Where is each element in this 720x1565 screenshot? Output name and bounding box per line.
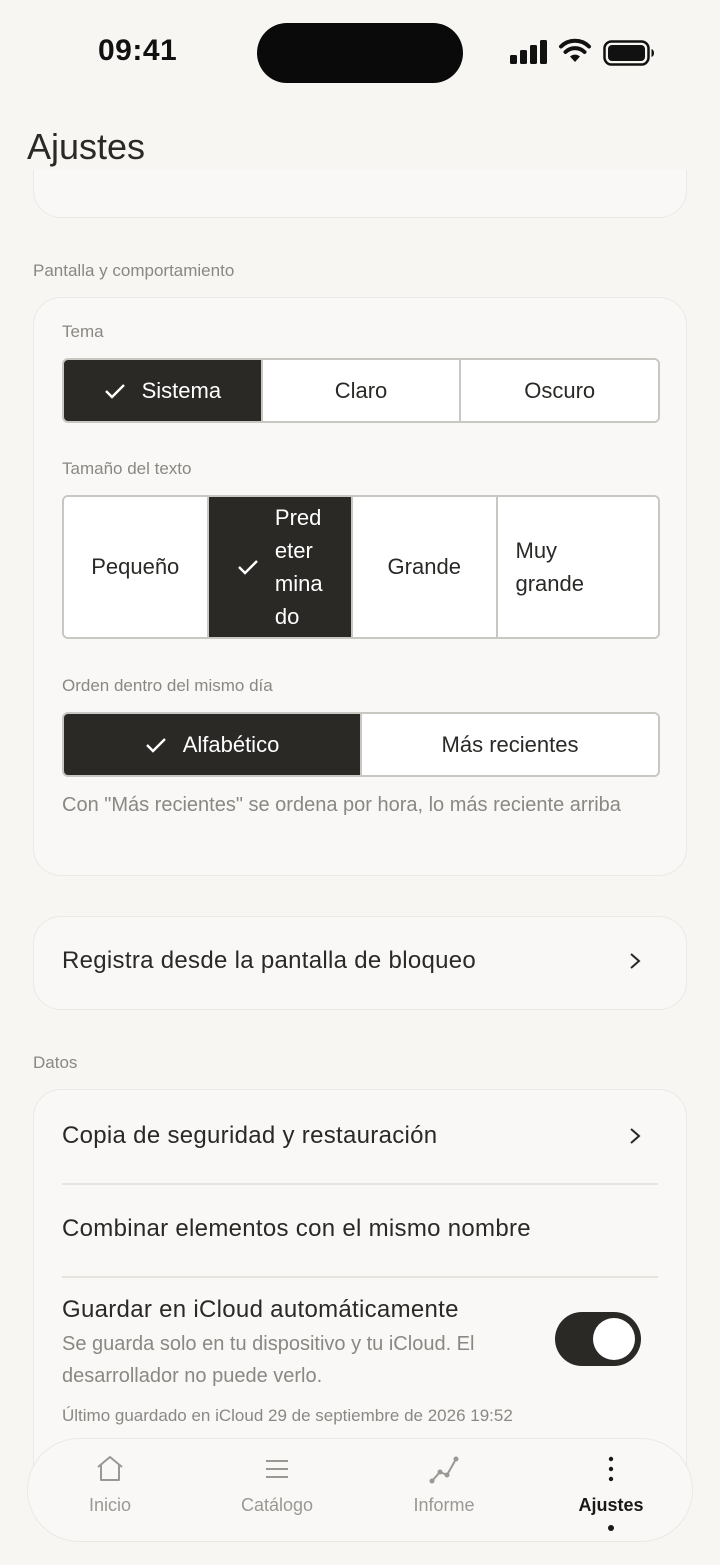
toggle-knob: [593, 1318, 635, 1360]
data-settings-card: Copia de seguridad y restauración Combin…: [33, 1089, 687, 1489]
active-tab-indicator: [608, 1525, 614, 1531]
divider: [62, 1276, 658, 1278]
lock-screen-row[interactable]: Registra desde la pantalla de bloqueo: [62, 947, 658, 975]
lock-screen-card[interactable]: Registra desde la pantalla de bloqueo: [33, 916, 687, 1010]
merge-row[interactable]: Combinar elementos con el mismo nombre: [62, 1215, 658, 1243]
tab-label: Ajustes: [578, 1495, 644, 1515]
more-vertical-icon: [608, 1456, 614, 1482]
theme-option-sistema[interactable]: Sistema: [64, 360, 263, 421]
theme-option-label: Sistema: [141, 377, 222, 403]
text-size-option-label: Pred eter mina do: [274, 505, 323, 629]
chart-line-icon: [429, 1456, 459, 1484]
backup-row[interactable]: Copia de seguridad y restauración: [62, 1122, 658, 1150]
theme-segmented-control: Sistema Claro Oscuro: [62, 358, 660, 423]
previous-card-edge: [33, 170, 687, 218]
tab-label: Informe: [413, 1495, 475, 1515]
lock-screen-label: Registra desde la pantalla de bloqueo: [62, 947, 477, 974]
icloud-last-saved: Último guardado en iCloud 29 de septiemb…: [62, 1406, 513, 1425]
text-size-option-label: Muy grande: [515, 538, 585, 596]
backup-label: Copia de seguridad y restauración: [62, 1122, 438, 1149]
text-size-option-label: Grande: [387, 554, 461, 579]
text-size-option-default[interactable]: Pred eter mina do: [208, 497, 353, 637]
text-size-label: Tamaño del texto: [62, 459, 192, 478]
text-size-option-label: Pequeño: [91, 554, 180, 579]
tab-bar: Inicio Catálogo Informe Ajustes: [27, 1438, 693, 1542]
icloud-title: Guardar en iCloud automáticamente: [62, 1296, 459, 1323]
cellular-signal-icon: [510, 40, 547, 64]
theme-option-label: Claro: [334, 377, 388, 403]
battery-icon: [603, 40, 654, 66]
order-help-text: Con "Más recientes" se ordena por hora, …: [62, 794, 621, 816]
chevron-right-icon: [630, 1128, 641, 1144]
dynamic-island: [257, 23, 463, 83]
tab-label: Catálogo: [240, 1495, 314, 1515]
wifi-icon: [559, 38, 591, 62]
merge-label: Combinar elementos con el mismo nombre: [62, 1215, 531, 1242]
display-settings-card: Tema Sistema Claro Oscuro Tamaño del tex…: [33, 297, 687, 876]
text-size-segmented-control: Pequeño Pred eter mina do Grande Muy gra…: [62, 495, 660, 639]
order-option-recent[interactable]: Más recientes: [362, 714, 658, 775]
tab-label: Inicio: [88, 1495, 132, 1515]
order-option-label: Alfabético: [182, 731, 280, 757]
order-label: Orden dentro del mismo día: [62, 676, 273, 695]
tab-inicio[interactable]: Inicio: [45, 1439, 175, 1543]
text-size-option-small[interactable]: Pequeño: [64, 497, 209, 637]
icloud-description: Se guarda solo en tu dispositivo y tu iC…: [62, 1333, 475, 1387]
icloud-toggle[interactable]: [555, 1312, 641, 1366]
status-bar: 09:41: [0, 0, 720, 100]
status-time: 09:41: [98, 34, 178, 67]
theme-option-claro[interactable]: Claro: [262, 360, 462, 421]
list-icon: [266, 1460, 288, 1478]
order-segmented-control: Alfabético Más recientes: [62, 712, 660, 777]
checkmark-icon: [104, 383, 125, 399]
home-icon: [97, 1456, 123, 1481]
theme-option-oscuro[interactable]: Oscuro: [461, 360, 658, 421]
order-option-alphabetical[interactable]: Alfabético: [64, 714, 362, 775]
page-title: Ajustes: [27, 126, 146, 167]
section-label-data: Datos: [33, 1053, 78, 1072]
text-size-option-very-large[interactable]: Muy grande: [497, 497, 658, 637]
tab-catalogo[interactable]: Catálogo: [212, 1439, 342, 1543]
checkmark-icon: [145, 737, 166, 753]
chevron-right-icon: [630, 953, 641, 969]
tab-ajustes[interactable]: Ajustes: [546, 1439, 676, 1543]
section-label-display: Pantalla y comportamiento: [33, 261, 235, 280]
text-size-option-large[interactable]: Grande: [353, 497, 498, 637]
theme-option-label: Oscuro: [524, 377, 596, 403]
checkmark-icon: [238, 560, 258, 575]
divider: [62, 1183, 658, 1185]
tab-informe[interactable]: Informe: [379, 1439, 509, 1543]
theme-label: Tema: [62, 322, 104, 341]
order-option-label: Más recientes: [441, 731, 579, 757]
